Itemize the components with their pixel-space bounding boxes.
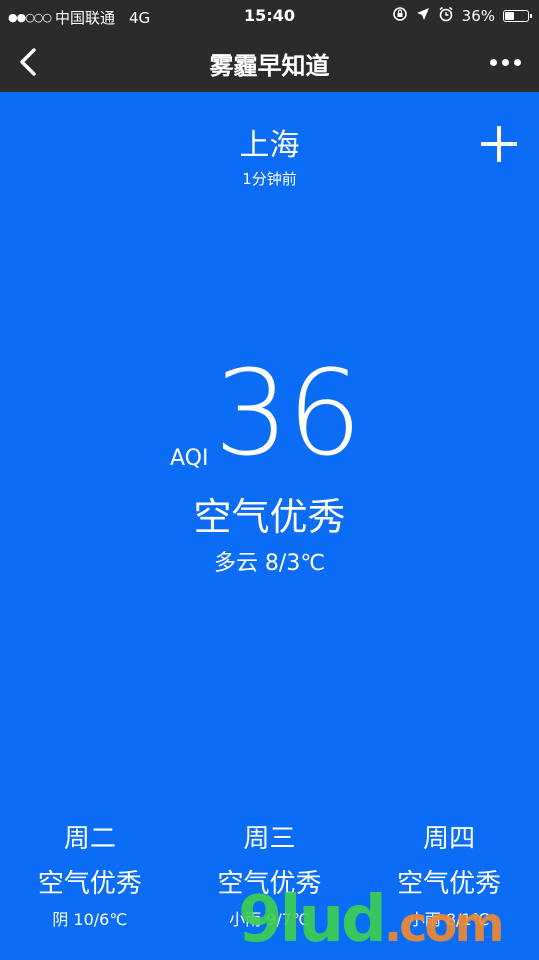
rotation-lock-icon [392, 6, 408, 26]
status-bar: ●●○○○ 中国联通 4G 15:40 36% [0, 0, 539, 32]
forecast-quality: 空气优秀 [37, 869, 142, 899]
aqi-value: 36 [214, 344, 362, 482]
forecast-day-name: 周三 [243, 824, 296, 854]
battery-level [505, 12, 514, 20]
more-button[interactable] [485, 46, 525, 78]
weather-summary: 多云 8/3℃ [213, 551, 326, 576]
city-name[interactable]: 上海 [0, 120, 539, 164]
status-right: 36% [392, 6, 532, 26]
battery-percent: 36% [461, 7, 495, 25]
update-time: 1分钟前 [242, 170, 297, 188]
more-dot-icon [501, 58, 509, 66]
air-quality-text: 空气优秀 [193, 495, 346, 539]
forecast-weather: 阴 10/6℃ [52, 910, 128, 929]
location-arrow-icon [416, 7, 430, 25]
aqi-block: AQI 36 [0, 354, 539, 480]
alarm-icon [438, 6, 454, 26]
forecast-day-name: 周二 [63, 824, 116, 854]
aqi-label: AQI [170, 446, 209, 471]
watermark-suffix: .com [383, 897, 505, 953]
watermark-brand: 9lud [238, 883, 387, 957]
forecast-day-name: 周四 [423, 824, 476, 854]
page-title: 雾霾早知道 [209, 52, 330, 80]
forecast-day: 周二 空气优秀 阴 10/6℃ [0, 818, 180, 930]
more-dot-icon [513, 58, 521, 66]
add-city-button[interactable] [479, 124, 519, 164]
battery-icon [503, 10, 532, 22]
watermark-logo: 9lud.com [238, 888, 505, 953]
nav-bar: 雾霾早知道 [0, 32, 539, 92]
more-dot-icon [489, 58, 497, 66]
